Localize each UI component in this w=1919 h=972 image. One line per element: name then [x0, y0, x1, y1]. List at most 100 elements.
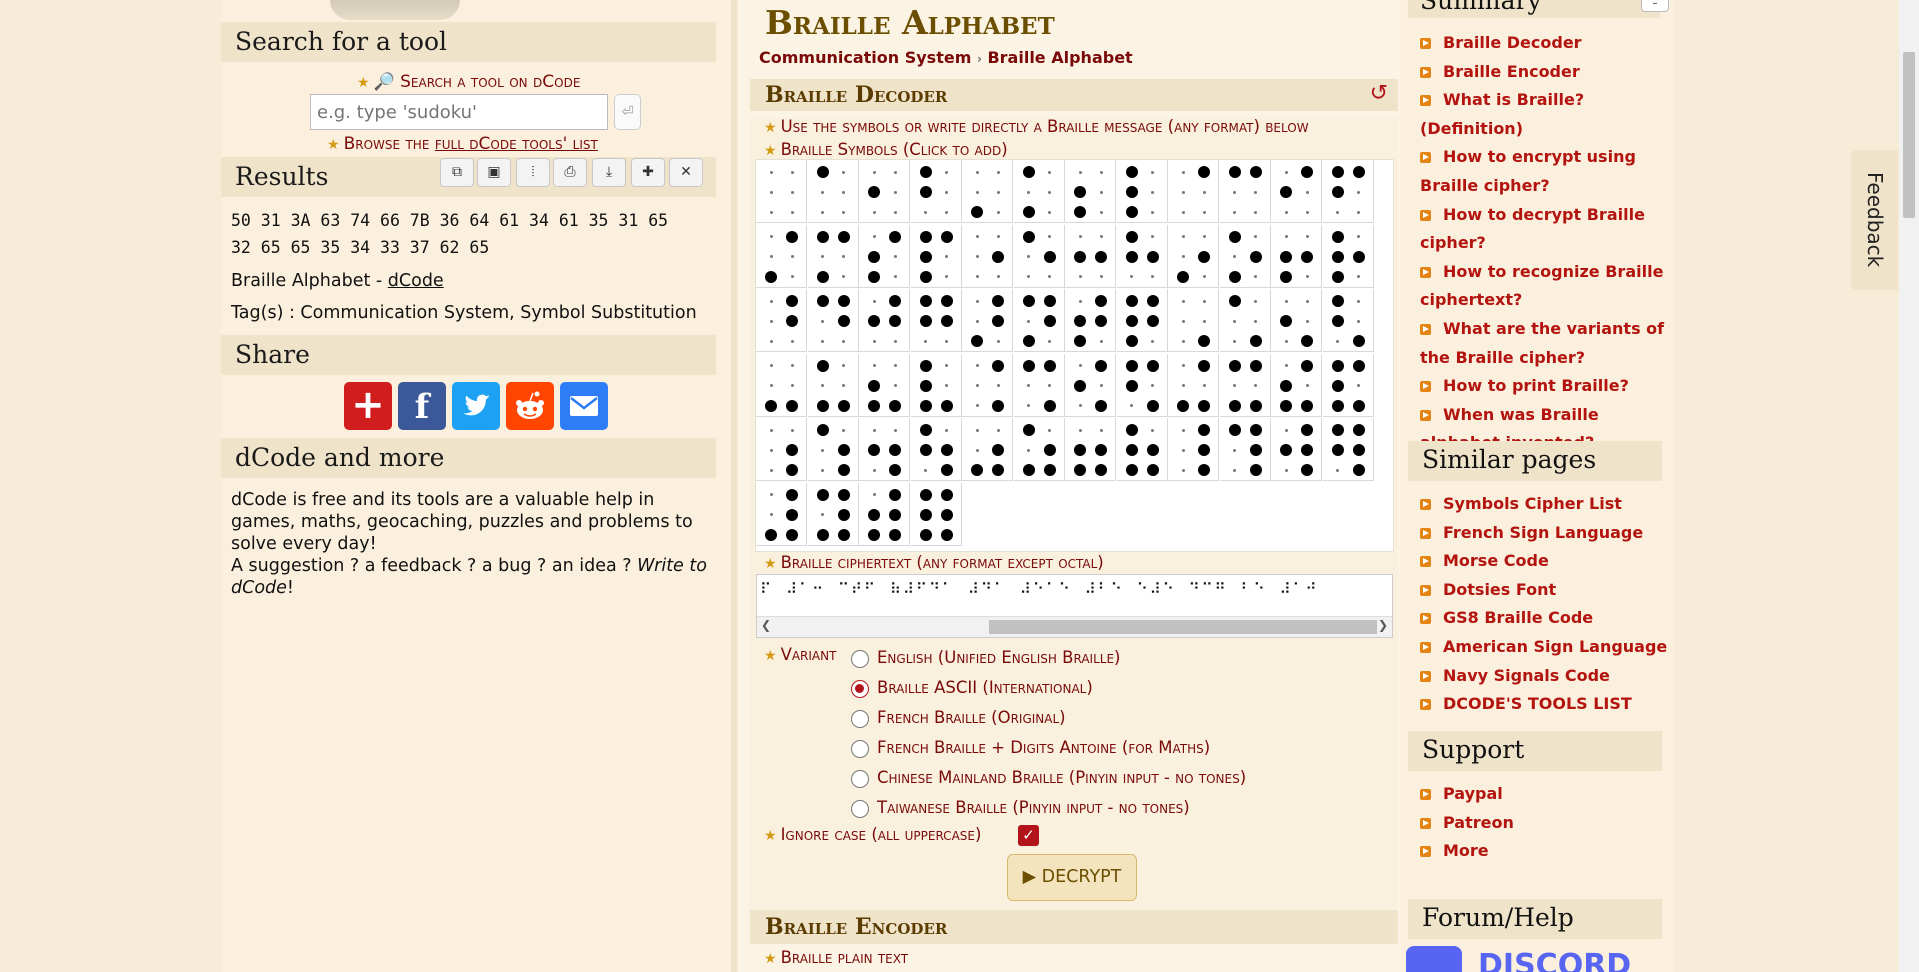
sidebar-link[interactable]: How to recognize Braille ciphertext?: [1420, 262, 1663, 310]
braille-symbol-cell[interactable]: [1116, 160, 1168, 223]
reset-icon[interactable]: ↺: [1370, 81, 1388, 106]
sidebar-link-item[interactable]: More: [1420, 837, 1670, 866]
braille-symbol-cell[interactable]: [1116, 289, 1168, 352]
sidebar-link[interactable]: What are the variants of the Braille cip…: [1420, 319, 1664, 367]
braille-symbol-cell[interactable]: [859, 224, 910, 288]
braille-symbol-cell[interactable]: [1013, 224, 1065, 288]
sidebar-link-item[interactable]: Braille Encoder: [1420, 58, 1670, 87]
sidebar-link-item[interactable]: How to decrypt Braille cipher?: [1420, 201, 1670, 258]
sidebar-link-item[interactable]: Morse Code: [1420, 547, 1670, 576]
braille-symbol-cell[interactable]: [1322, 353, 1374, 417]
sidebar-link[interactable]: Dotsies Font: [1443, 580, 1556, 599]
braille-symbol-cell[interactable]: [910, 160, 962, 223]
braille-symbol-cell[interactable]: [807, 289, 859, 352]
variant-radio[interactable]: [851, 769, 869, 788]
variant-radio[interactable]: [851, 739, 869, 758]
variant-option[interactable]: French Braille (Original): [851, 703, 1246, 733]
sidebar-link-item[interactable]: GS8 Braille Code: [1420, 604, 1670, 633]
search-submit-button[interactable]: ⏎: [614, 94, 641, 130]
sidebar-link[interactable]: Morse Code: [1443, 551, 1549, 570]
sidebar-link[interactable]: American Sign Language: [1443, 637, 1667, 656]
sidebar-link-item[interactable]: Dotsies Font: [1420, 576, 1670, 605]
variant-radio[interactable]: [851, 709, 869, 728]
decrypt-button[interactable]: ▶ DECRYPT: [1007, 854, 1137, 901]
sidebar-link[interactable]: Symbols Cipher List: [1443, 494, 1622, 513]
addthis-share-button[interactable]: +: [344, 382, 392, 430]
page-scrollbar[interactable]: [1899, 0, 1919, 972]
email-share-button[interactable]: [560, 382, 608, 430]
braille-symbol-cell[interactable]: [1271, 353, 1322, 417]
feedback-tab[interactable]: Feedback: [1851, 150, 1898, 290]
braille-symbol-cell[interactable]: [910, 224, 962, 288]
variant-option[interactable]: English (Unified English Braille): [851, 643, 1246, 673]
sidebar-link-item[interactable]: American Sign Language: [1420, 633, 1670, 662]
variant-option[interactable]: Chinese Mainland Braille (Pinyin input -…: [851, 763, 1246, 793]
braille-symbol-cell[interactable]: [910, 353, 962, 417]
braille-symbol-cell[interactable]: [1219, 224, 1271, 288]
sidebar-link[interactable]: Braille Encoder: [1443, 62, 1580, 81]
sidebar-link[interactable]: How to print Braille?: [1443, 376, 1629, 395]
columns-button[interactable]: ⦙: [516, 158, 550, 187]
braille-symbol-cell[interactable]: [1013, 353, 1065, 417]
variant-radio[interactable]: [851, 649, 869, 668]
facebook-share-button[interactable]: f: [398, 382, 446, 430]
braille-symbol-cell[interactable]: [1116, 224, 1168, 288]
braille-symbol-cell[interactable]: [1065, 289, 1116, 352]
braille-symbol-cell[interactable]: [756, 418, 807, 481]
braille-symbol-cell[interactable]: [962, 289, 1013, 352]
braille-symbol-cell[interactable]: [1322, 160, 1374, 223]
sidebar-link[interactable]: Braille Decoder: [1443, 33, 1582, 52]
braille-symbol-cell[interactable]: [859, 482, 910, 546]
full-tools-list-link[interactable]: full dCode tools' list: [435, 134, 598, 154]
collapse-summary-button[interactable]: –: [1641, 0, 1669, 12]
copy-button[interactable]: ⧉: [440, 158, 474, 187]
breadcrumb-item[interactable]: Braille Alphabet: [987, 48, 1132, 67]
variant-option[interactable]: French Braille + Digits Antoine (for Mat…: [851, 733, 1246, 763]
variant-option[interactable]: Taiwanese Braille (Pinyin input - no ton…: [851, 793, 1246, 823]
breadcrumb-item[interactable]: Communication System: [759, 48, 971, 67]
braille-symbol-cell[interactable]: [962, 160, 1013, 223]
sidebar-link[interactable]: How to encrypt using Braille cipher?: [1420, 147, 1636, 195]
sidebar-link-item[interactable]: DCODE'S TOOLS LIST: [1420, 690, 1670, 719]
sidebar-link[interactable]: Navy Signals Code: [1443, 666, 1610, 685]
braille-symbol-cell[interactable]: [859, 418, 910, 481]
sidebar-link[interactable]: Paypal: [1443, 784, 1503, 803]
sidebar-link[interactable]: More: [1443, 841, 1489, 860]
sidebar-link[interactable]: GS8 Braille Code: [1443, 608, 1593, 627]
braille-symbol-cell[interactable]: [1168, 289, 1219, 352]
sidebar-link[interactable]: How to decrypt Braille cipher?: [1420, 205, 1645, 253]
braille-symbol-cell[interactable]: [1322, 289, 1374, 352]
braille-symbol-cell[interactable]: [1065, 224, 1116, 288]
braille-symbol-cell[interactable]: [962, 224, 1013, 288]
download-button[interactable]: ⤓: [592, 158, 626, 187]
search-input[interactable]: [310, 94, 608, 130]
scroll-left-arrow-icon[interactable]: ❮: [761, 618, 771, 632]
braille-symbol-cell[interactable]: [756, 353, 807, 417]
print-button[interactable]: ⎙: [553, 158, 587, 187]
braille-symbol-cell[interactable]: [1168, 418, 1219, 481]
sidebar-link-item[interactable]: Symbols Cipher List: [1420, 490, 1670, 519]
sidebar-link[interactable]: French Sign Language: [1443, 523, 1643, 542]
reddit-share-button[interactable]: [506, 382, 554, 430]
sidebar-link[interactable]: DCODE'S TOOLS LIST: [1443, 694, 1632, 713]
braille-symbol-cell[interactable]: [910, 482, 962, 546]
braille-symbol-cell[interactable]: [807, 353, 859, 417]
dcode-link[interactable]: dCode: [388, 271, 444, 291]
sidebar-link-item[interactable]: Paypal: [1420, 780, 1670, 809]
variant-radio[interactable]: [851, 799, 869, 818]
braille-symbol-cell[interactable]: [859, 353, 910, 417]
horizontal-scrollbar[interactable]: ❮ ❯: [757, 616, 1392, 637]
sidebar-link-item[interactable]: How to print Braille?: [1420, 372, 1670, 401]
braille-symbol-cell[interactable]: [807, 224, 859, 288]
braille-symbol-cell[interactable]: [1116, 353, 1168, 417]
braille-symbol-cell[interactable]: [1271, 224, 1322, 288]
braille-symbol-cell[interactable]: [859, 289, 910, 352]
braille-symbol-cell[interactable]: [1322, 224, 1374, 288]
sidebar-link-item[interactable]: Patreon: [1420, 809, 1670, 838]
variant-radio[interactable]: [851, 679, 869, 698]
braille-symbol-cell[interactable]: [962, 418, 1013, 481]
braille-symbol-cell[interactable]: [756, 160, 807, 223]
screenshot-button[interactable]: ▣: [477, 158, 511, 187]
braille-symbol-cell[interactable]: [1013, 289, 1065, 352]
sidebar-link-item[interactable]: How to recognize Braille ciphertext?: [1420, 258, 1670, 315]
